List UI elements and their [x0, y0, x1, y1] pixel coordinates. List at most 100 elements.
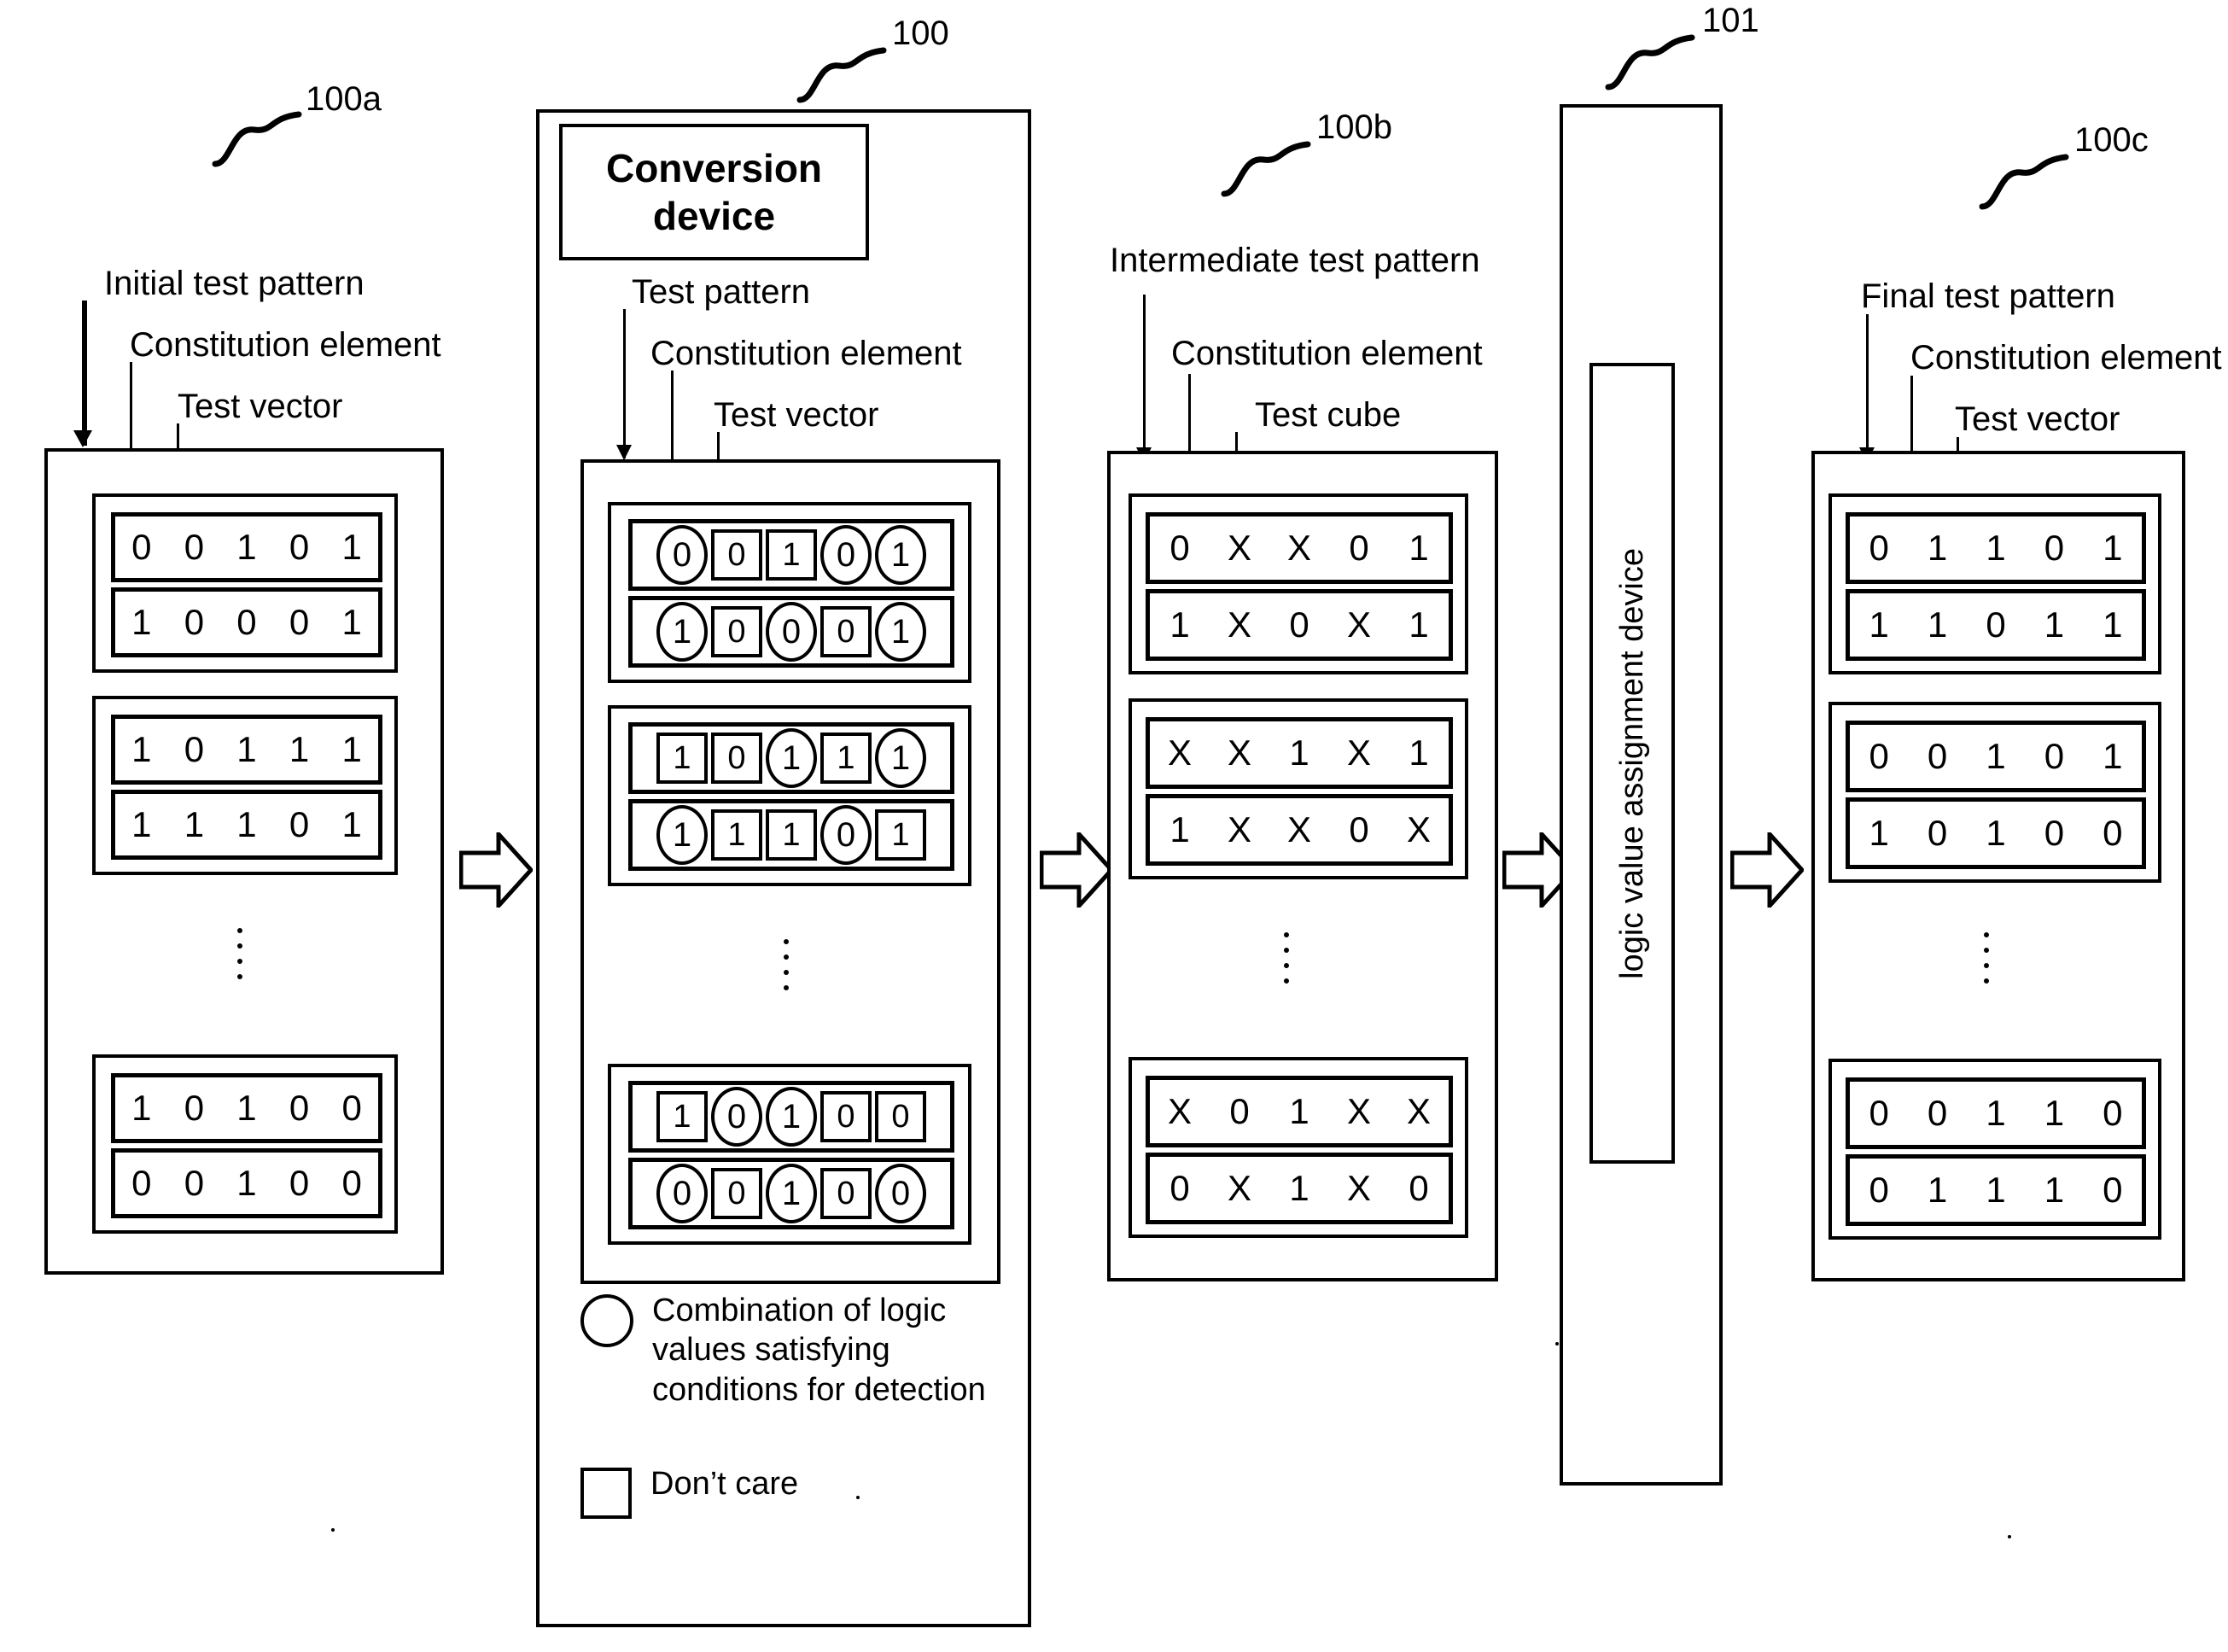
- test-vector-cell: 0: [711, 529, 762, 581]
- test-vector-cell: 0: [1349, 528, 1369, 568]
- test-vector-cell: X: [1227, 528, 1251, 568]
- test-vector-row: 10100: [111, 1073, 382, 1143]
- test-vector-cell: 1: [1409, 528, 1429, 568]
- test-vector-cell: 1: [1169, 809, 1190, 849]
- ellipsis-vertical: [1982, 922, 1991, 994]
- test-vector-row: 00101: [1846, 721, 2146, 792]
- test-vector-cell: X: [1346, 1091, 1371, 1131]
- test-vector-row: X01XX: [1146, 1076, 1453, 1147]
- circle-marked-value: 1: [766, 728, 817, 788]
- test-vector-row: 11101: [628, 799, 954, 871]
- box-marked-value: 1: [656, 1091, 708, 1142]
- test-vector-cell: 0: [1169, 528, 1190, 568]
- label-constitution-element-c4: Constitution element: [1910, 339, 2222, 377]
- test-vector-cell: 1: [2103, 736, 2123, 776]
- test-vector-row: 10100: [628, 1081, 954, 1153]
- test-vector-cell: 1: [131, 602, 152, 642]
- test-vector-cell: 1: [289, 729, 310, 769]
- label-test-vector-c2: Test vector: [714, 396, 879, 434]
- test-vector-cell: X: [1286, 528, 1311, 568]
- ref-number-100c: 100c: [2074, 121, 2149, 159]
- test-vector-cell: 1: [1927, 528, 1948, 568]
- test-vector-cell: 1: [236, 527, 257, 567]
- squiggle-icon: [212, 111, 302, 167]
- conversion-device-title-text: Conversion device: [605, 145, 823, 238]
- test-vector-cell: 0: [820, 525, 872, 585]
- circle-marked-value: 1: [875, 525, 926, 585]
- test-vector-cell: 0: [289, 602, 310, 642]
- test-vector-cell: 0: [2044, 736, 2065, 776]
- test-vector-cell: 0: [820, 1168, 872, 1219]
- squiggle-icon: [1221, 141, 1311, 197]
- test-vector-cell: 0: [2103, 813, 2123, 853]
- square-icon: [580, 1468, 632, 1520]
- flow-arrow-4: [1729, 828, 1805, 912]
- squiggle-icon: [796, 47, 887, 103]
- box-marked-value: 1: [656, 733, 708, 784]
- circle-marked-value: 0: [820, 525, 872, 585]
- test-vector-cell: 0: [711, 606, 762, 657]
- test-vector-cell: 0: [341, 1163, 362, 1203]
- label-test-vector-c4: Test vector: [1955, 400, 2120, 438]
- test-vector-cell: 1: [236, 1088, 257, 1128]
- test-vector-cell: 1: [341, 527, 362, 567]
- leader-initial-test-pattern: [73, 301, 92, 447]
- test-vector-row: 00100: [628, 1158, 954, 1229]
- test-vector-cell: 1: [341, 804, 362, 844]
- label-test-cube-c3: Test cube: [1255, 396, 1402, 434]
- flow-arrow-1: [458, 828, 534, 912]
- test-vector-cell: 0: [875, 1091, 926, 1142]
- test-vector-row: 00100: [111, 1148, 382, 1218]
- ref-number-100a: 100a: [306, 80, 382, 118]
- test-vector-cell: 1: [1986, 1170, 2006, 1210]
- test-vector-cell: 0: [711, 1168, 762, 1219]
- test-vector-cell: 1: [131, 729, 152, 769]
- test-vector-cell: 1: [820, 733, 872, 784]
- legend-row-combination: Combination of logic values satisfying c…: [580, 1291, 1007, 1410]
- test-vector-cell: 0: [131, 1163, 152, 1203]
- ref-number-100: 100: [892, 15, 949, 52]
- test-vector-cell: 1: [875, 809, 926, 861]
- conversion-device-title: Conversion device: [559, 124, 869, 260]
- test-vector-cell: 1: [1869, 604, 1889, 645]
- label-constitution-element-c1: Constitution element: [130, 326, 441, 364]
- test-vector-cell: X: [1346, 733, 1371, 773]
- test-vector-row: 10111: [628, 722, 954, 794]
- test-vector-cell: 1: [875, 602, 926, 662]
- test-vector-cell: 1: [1869, 813, 1889, 853]
- test-vector-cell: 1: [766, 1087, 817, 1147]
- test-vector-cell: 0: [2044, 528, 2065, 568]
- box-marked-value: 0: [875, 1091, 926, 1142]
- box-marked-value: 0: [711, 733, 762, 784]
- box-marked-value: 1: [820, 733, 872, 784]
- ellipsis-vertical: [236, 918, 244, 989]
- test-vector-cell: 0: [184, 602, 205, 642]
- circle-marked-value: 0: [656, 525, 708, 585]
- squiggle-icon: [1979, 154, 2069, 210]
- legend: Combination of logic values satisfying c…: [580, 1291, 1007, 1520]
- circle-marked-value: 1: [766, 1164, 817, 1223]
- test-vector-cell: 0: [656, 525, 708, 585]
- test-vector-cell: 0: [1869, 736, 1889, 776]
- leader-test-pattern-c2: [616, 309, 632, 460]
- label-constitution-element-c2: Constitution element: [650, 335, 962, 372]
- test-vector-cell: 1: [341, 602, 362, 642]
- test-vector-cell: 1: [1986, 813, 2006, 853]
- test-vector-cell: 0: [1869, 1170, 1889, 1210]
- label-test-pattern-c2: Test pattern: [632, 273, 811, 311]
- test-vector-row: 01110: [1846, 1154, 2146, 1226]
- test-vector-cell: 0: [1927, 1093, 1948, 1133]
- test-vector-cell: 1: [711, 809, 762, 861]
- test-vector-cell: 0: [2044, 813, 2065, 853]
- test-vector-cell: X: [1227, 733, 1251, 773]
- test-vector-cell: 0: [820, 606, 872, 657]
- circle-marked-value: 1: [656, 805, 708, 865]
- test-vector-cell: 1: [1409, 604, 1429, 645]
- test-vector-cell: 1: [184, 804, 205, 844]
- ellipsis-vertical: [782, 929, 790, 1001]
- test-vector-cell: 1: [341, 729, 362, 769]
- test-vector-cell: 0: [184, 1088, 205, 1128]
- test-vector-cell: 0: [184, 527, 205, 567]
- test-vector-cell: 1: [2044, 1093, 2065, 1133]
- test-vector-row: 11101: [111, 790, 382, 860]
